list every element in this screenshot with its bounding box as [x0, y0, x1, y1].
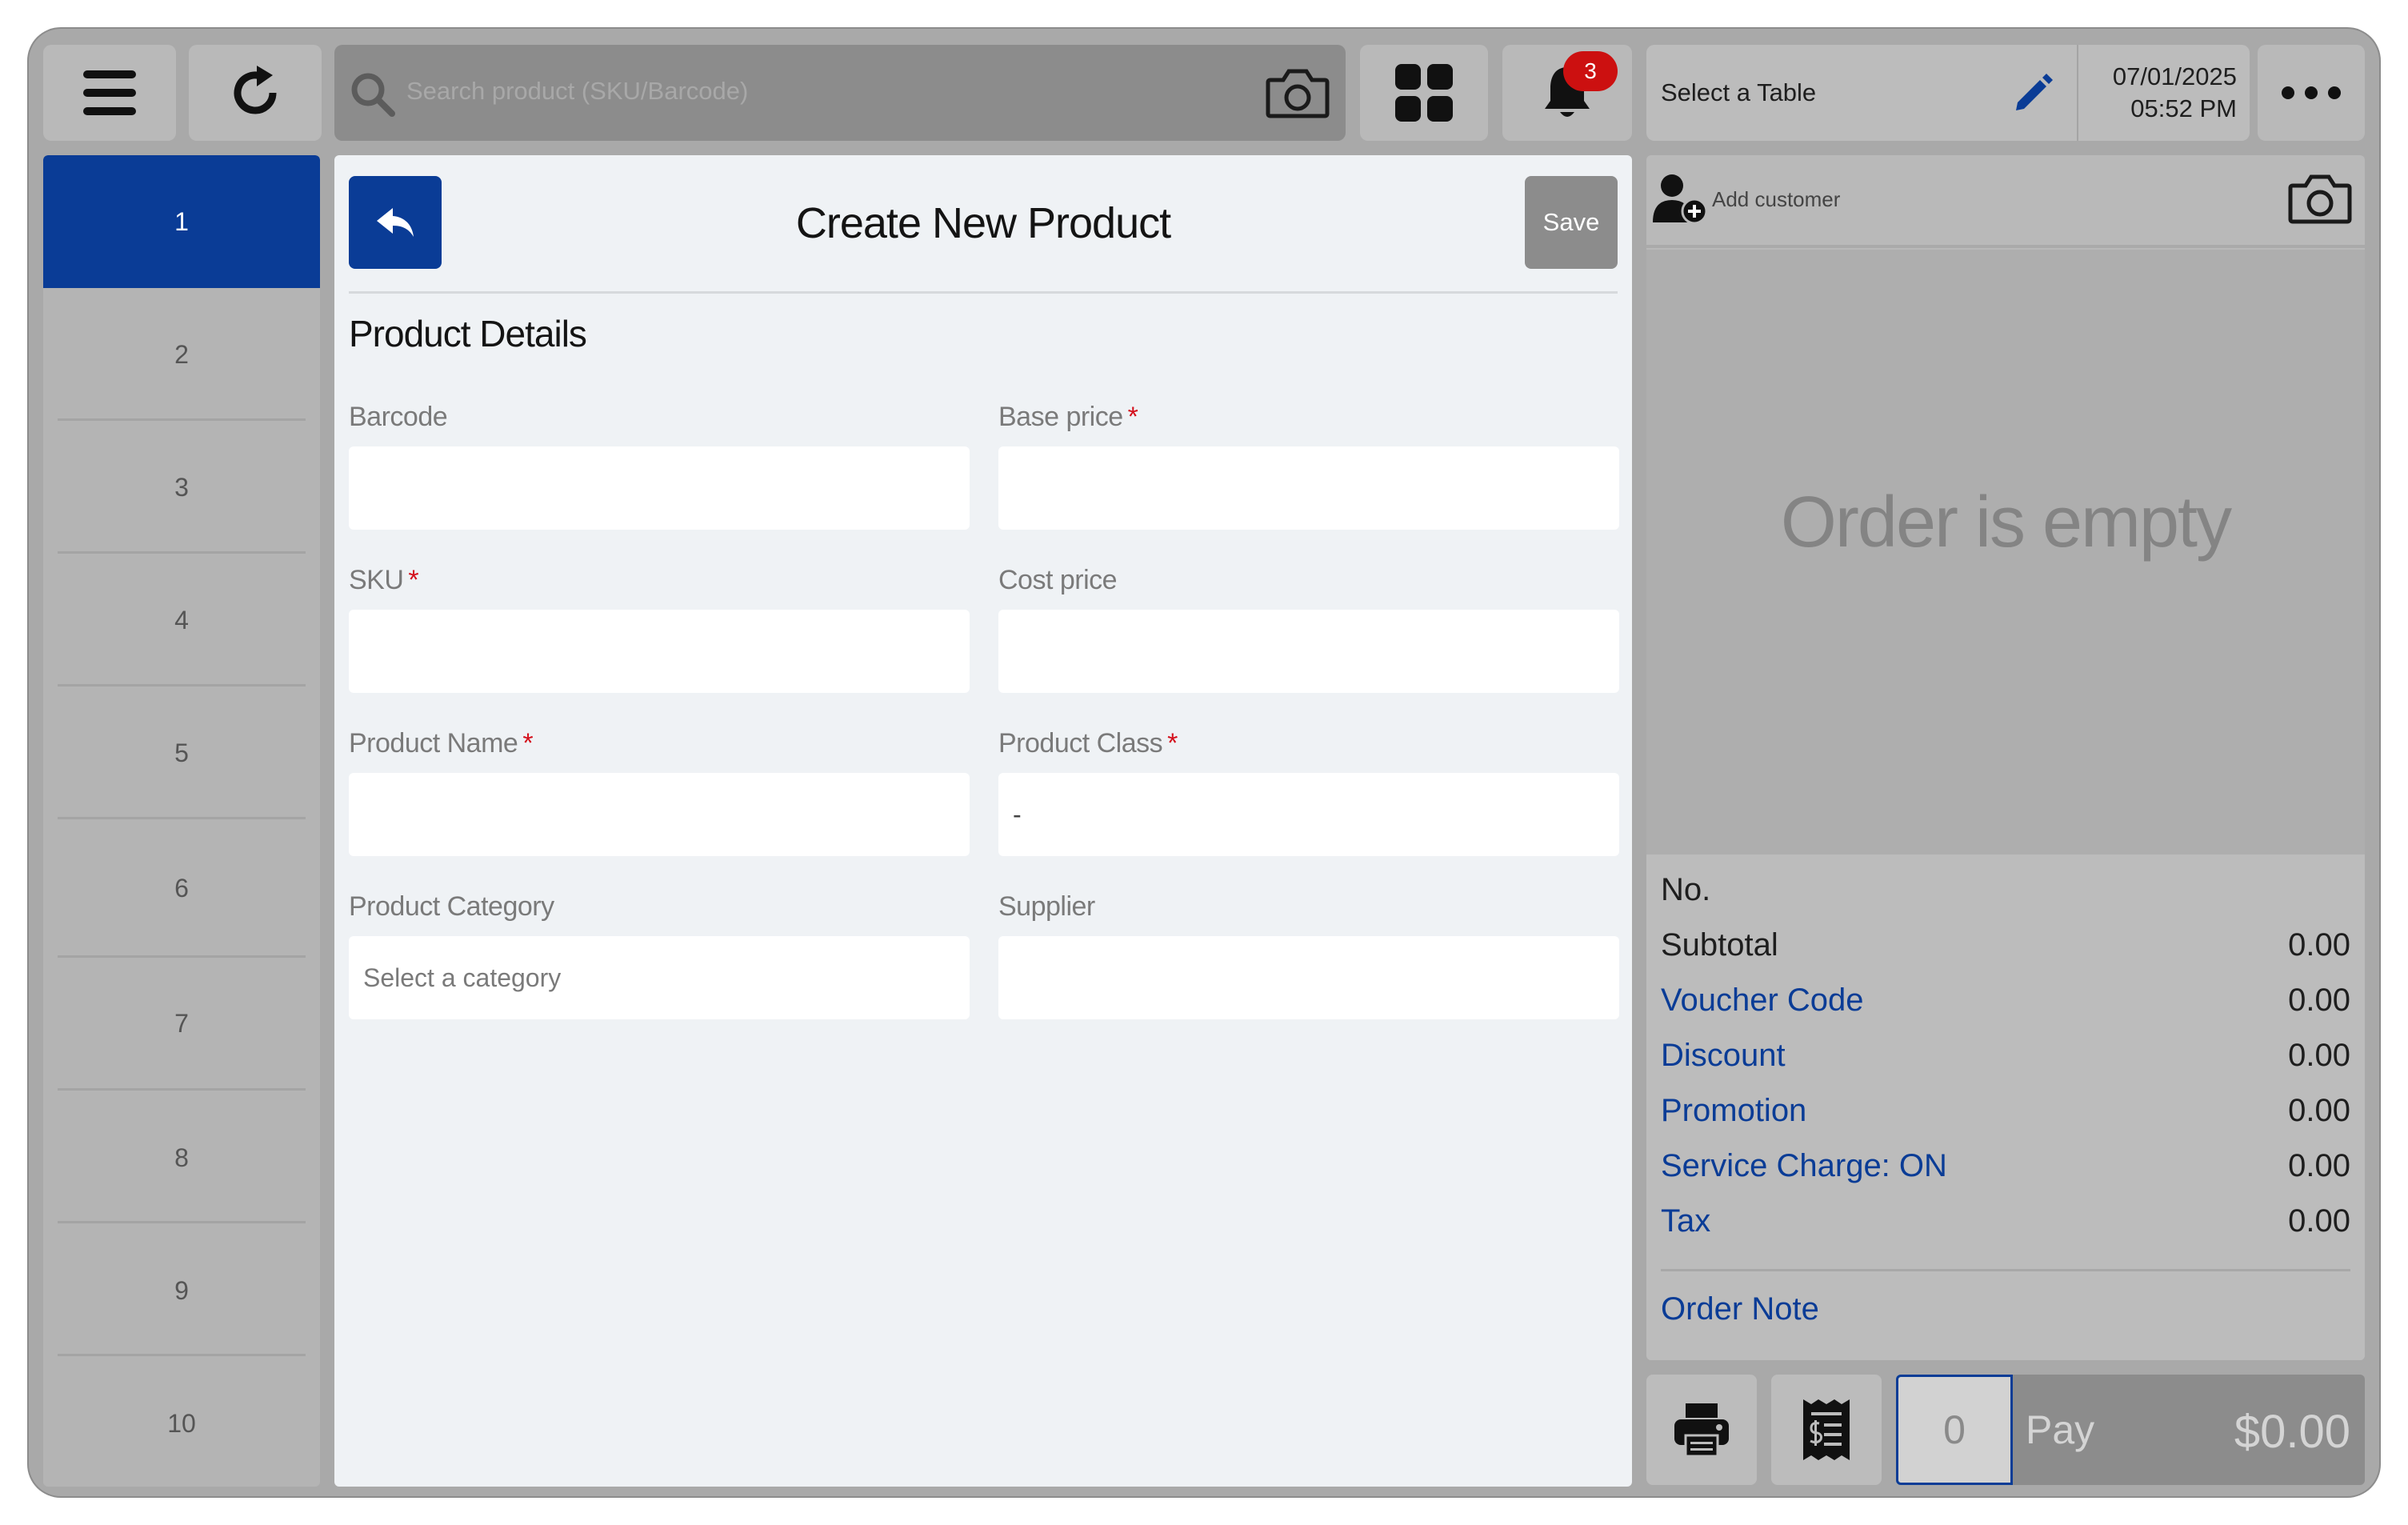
order-tab-9[interactable]: 9: [43, 1224, 320, 1357]
grid-icon: [1395, 64, 1453, 122]
divider: [58, 817, 306, 819]
service-charge-value: 0.00: [2288, 1148, 2350, 1183]
tax-link[interactable]: Tax: [1661, 1203, 1710, 1239]
printer-icon: [1674, 1403, 1729, 1458]
discount-link[interactable]: Discount: [1661, 1038, 1786, 1074]
barcode-label: Barcode: [349, 402, 448, 433]
cost-price-input[interactable]: [998, 610, 1619, 693]
supplier-label: Supplier: [998, 891, 1095, 923]
barcode-input[interactable]: [349, 446, 970, 530]
menu-icon: [83, 70, 136, 115]
supplier-input[interactable]: [998, 936, 1619, 1019]
subtotal-label: Subtotal: [1661, 927, 1778, 963]
order-number-label: No.: [1661, 872, 1711, 907]
print-button[interactable]: [1646, 1375, 1757, 1485]
refresh-button[interactable]: [189, 45, 322, 141]
product-category-label-text: Product Category: [349, 891, 554, 922]
menu-button[interactable]: [43, 45, 176, 141]
sku-label: SKU *: [349, 565, 419, 596]
divider: [58, 1354, 306, 1356]
order-tab-7[interactable]: 7: [43, 957, 320, 1090]
cost-price-label-text: Cost price: [998, 565, 1118, 595]
date-text: 07/01/2025: [2112, 62, 2237, 90]
promotion-link[interactable]: Promotion: [1661, 1093, 1806, 1129]
product-name-label: Product Name *: [349, 728, 534, 759]
notification-badge: 3: [1563, 51, 1618, 91]
product-class-label: Product Class *: [998, 728, 1178, 759]
required-marker: *: [522, 728, 534, 758]
more-icon: [2282, 86, 2341, 99]
order-tab-3[interactable]: 3: [43, 421, 320, 554]
receipt-button[interactable]: [1771, 1375, 1882, 1485]
add-customer-icon[interactable]: [1653, 173, 1709, 226]
refresh-icon: [234, 66, 277, 114]
order-tab-8[interactable]: 8: [43, 1091, 320, 1224]
search-bar[interactable]: Search product (SKU/Barcode): [334, 45, 1346, 141]
header-divider: [349, 291, 1618, 294]
discount-value: 0.00: [2288, 1038, 2350, 1073]
order-note-link[interactable]: Order Note: [1661, 1291, 1819, 1327]
time-text: 05:52 PM: [2130, 94, 2237, 122]
grid-view-button[interactable]: [1360, 45, 1488, 141]
divider: [58, 1088, 306, 1091]
required-marker: *: [1127, 402, 1138, 432]
add-customer-link[interactable]: Add customer: [1712, 187, 1840, 212]
supplier-label-text: Supplier: [998, 891, 1095, 922]
camera-icon[interactable]: [1266, 67, 1330, 120]
order-tab-6[interactable]: 6: [43, 822, 320, 955]
more-options-button[interactable]: [2258, 45, 2365, 141]
divider: [58, 1221, 306, 1223]
empty-order-message: Order is empty: [1780, 482, 2232, 562]
search-icon: [351, 73, 395, 117]
base-price-label-text: Base price: [998, 402, 1123, 432]
pencil-icon[interactable]: [2011, 72, 2054, 115]
divider: [1661, 1269, 2350, 1271]
order-summary: No. Subtotal 0.00 Voucher Code 0.00 Disc…: [1646, 855, 2365, 1360]
order-panel: Add customer Order is empty No. Subtotal…: [1646, 155, 2365, 1360]
base-price-label: Base price *: [998, 402, 1138, 433]
receipt-icon: [1803, 1399, 1850, 1460]
required-marker: *: [408, 565, 419, 595]
product-name-input[interactable]: [349, 773, 970, 856]
order-tabs: 1 2 3 4 5 6 7 8 9 10: [43, 155, 320, 1487]
barcode-label-text: Barcode: [349, 402, 448, 432]
divider: [1646, 245, 2365, 248]
section-title: Product Details: [349, 313, 587, 354]
sku-label-text: SKU: [349, 565, 404, 595]
order-tab-5[interactable]: 5: [43, 686, 320, 819]
search-input[interactable]: Search product (SKU/Barcode): [406, 77, 748, 106]
table-label: Select a Table: [1661, 78, 1817, 106]
create-product-form: Create New Product Save Product Details …: [334, 155, 1632, 1487]
quantity-display[interactable]: 0: [1896, 1375, 2013, 1485]
order-tab-2[interactable]: 2: [43, 288, 320, 421]
table-selector[interactable]: Select a Table 07/01/2025 05:52 PM: [1646, 45, 2250, 141]
product-class-label-text: Product Class: [998, 728, 1163, 758]
pay-button[interactable]: Pay $0.00: [2013, 1375, 2365, 1485]
order-tab-4[interactable]: 4: [43, 554, 320, 686]
required-marker: *: [1167, 728, 1178, 758]
subtotal-value: 0.00: [2288, 927, 2350, 963]
tax-value: 0.00: [2288, 1203, 2350, 1239]
base-price-input[interactable]: [998, 446, 1619, 530]
service-charge-link[interactable]: Service Charge: ON: [1661, 1148, 1947, 1184]
sku-input[interactable]: [349, 610, 970, 693]
pay-amount: $0.00: [2234, 1406, 2350, 1458]
product-category-label: Product Category: [349, 891, 554, 923]
save-button[interactable]: Save: [1525, 176, 1618, 269]
camera-icon[interactable]: [2288, 173, 2352, 226]
product-category-select[interactable]: Select a category: [349, 936, 970, 1019]
order-items-area: Order is empty: [1646, 250, 2365, 855]
order-tab-10[interactable]: 10: [43, 1357, 320, 1487]
product-name-label-text: Product Name: [349, 728, 518, 758]
product-class-select[interactable]: -: [998, 773, 1619, 856]
page-title: Create New Product: [795, 199, 1171, 247]
voucher-code-value: 0.00: [2288, 983, 2350, 1018]
order-tab-1[interactable]: 1: [43, 155, 320, 288]
cost-price-label: Cost price: [998, 565, 1118, 596]
pay-label: Pay: [2026, 1407, 2095, 1452]
promotion-value: 0.00: [2288, 1093, 2350, 1128]
pos-screen: Search product (SKU/Barcode) 3 Select a …: [29, 29, 2379, 1496]
voucher-code-link[interactable]: Voucher Code: [1661, 983, 1864, 1019]
datetime-display: 07/01/2025 05:52 PM: [2077, 45, 2250, 141]
